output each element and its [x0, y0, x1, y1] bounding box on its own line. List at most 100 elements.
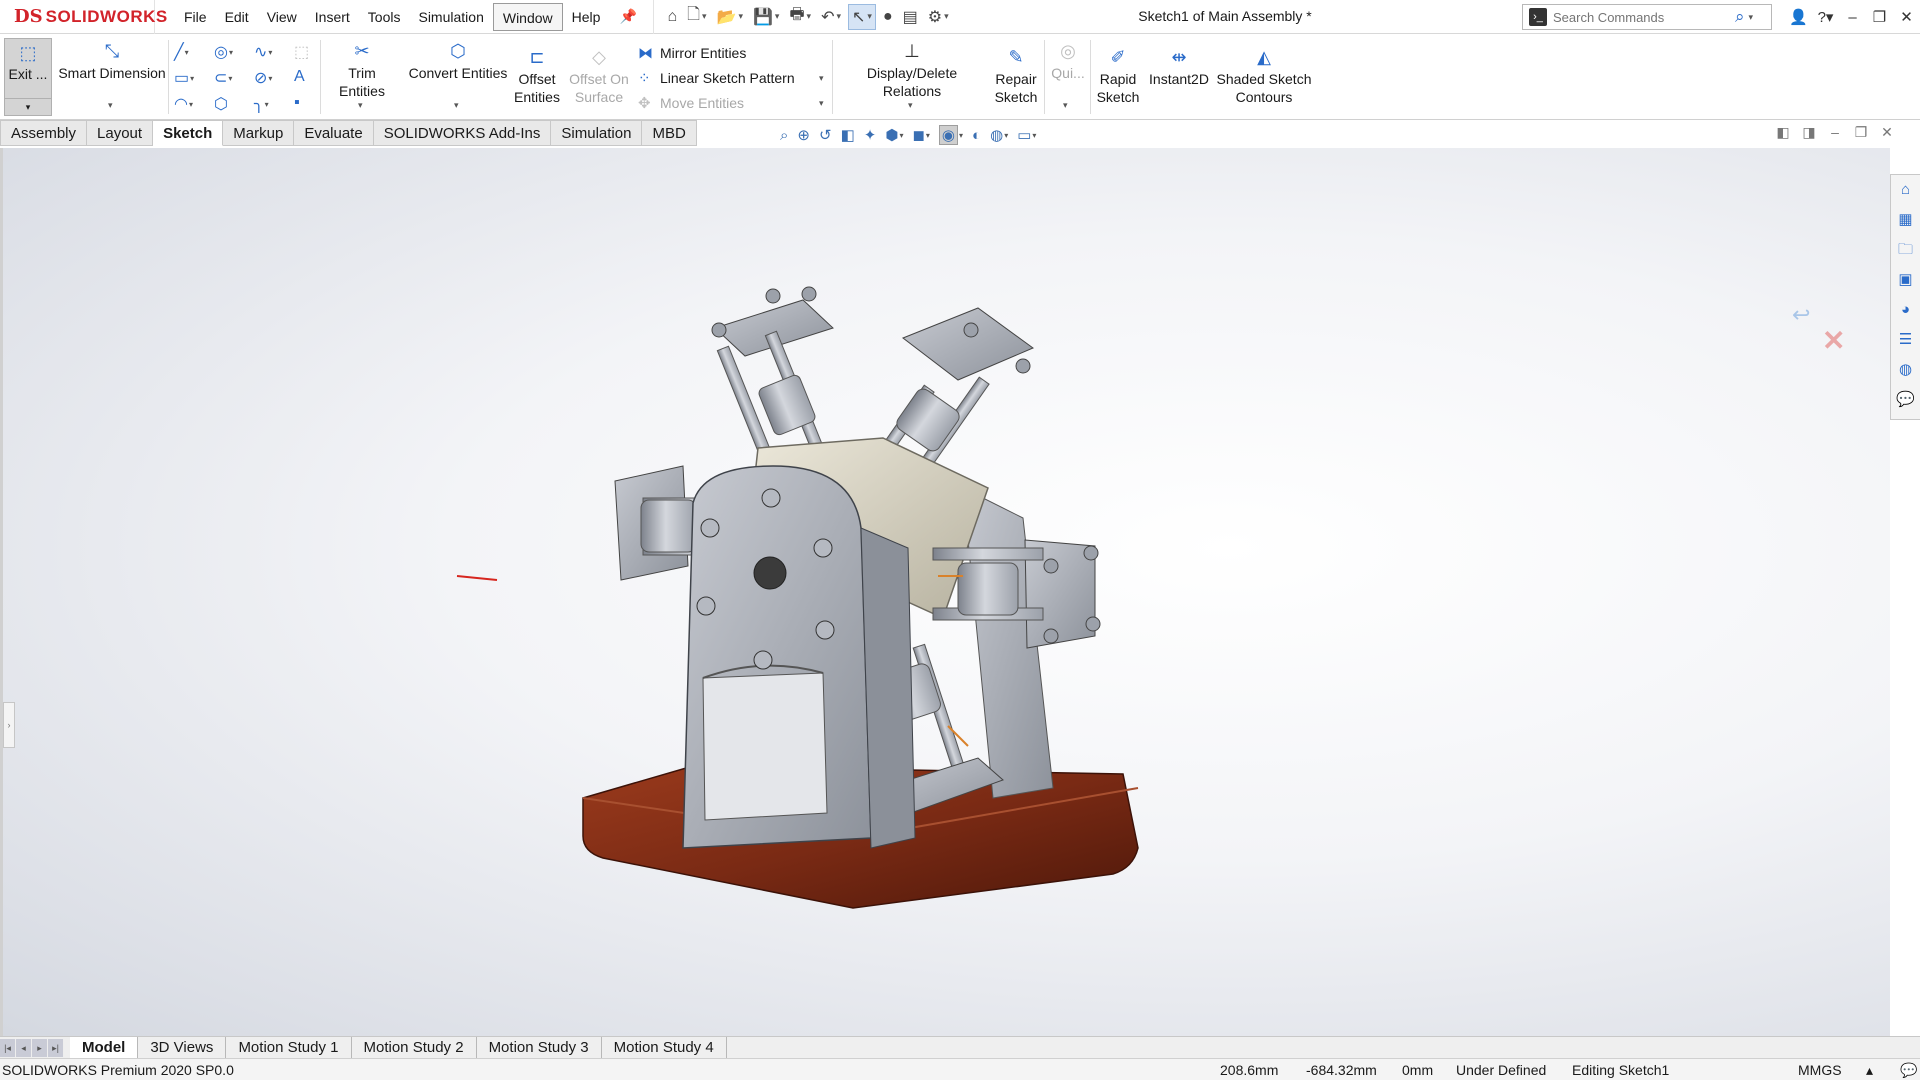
previous-tab-icon[interactable]: ◂ [16, 1038, 32, 1057]
tab-motion-study-4[interactable]: Motion Study 4 [601, 1036, 727, 1059]
menu-insert[interactable]: Insert [306, 3, 359, 31]
tab-sketch[interactable]: Sketch [153, 120, 224, 146]
view-palette-icon[interactable]: ▣ [1891, 265, 1920, 295]
file-explorer-icon[interactable]: 🗀 [1891, 235, 1920, 265]
open-icon[interactable]: 📂 ▾ [714, 4, 746, 30]
spline-icon[interactable]: ∿▾ [254, 42, 284, 64]
previous-view-icon[interactable]: ↺ [819, 126, 832, 144]
ellipse-icon[interactable]: ⊘▾ [254, 68, 284, 90]
restore-icon[interactable]: ❐ [1866, 8, 1893, 26]
view-orientation-icon[interactable]: ⬢ [885, 126, 898, 144]
menu-window[interactable]: Window [492, 2, 563, 31]
last-tab-icon[interactable]: ▸| [48, 1038, 64, 1057]
options-gear-icon[interactable]: ⚙ ▾ [925, 4, 952, 30]
menu-simulation[interactable]: Simulation [409, 3, 492, 31]
next-tab-icon[interactable]: ▸ [32, 1038, 48, 1057]
line-icon[interactable]: ╱▾ [174, 42, 204, 64]
minimize-icon[interactable]: – [1839, 9, 1866, 26]
chevron-down-icon[interactable]: ▾ [908, 100, 913, 111]
dynamic-annotation-icon[interactable]: ✦ [864, 126, 877, 144]
first-tab-icon[interactable]: |◂ [0, 1038, 16, 1057]
menu-edit[interactable]: Edit [216, 3, 258, 31]
menu-view[interactable]: View [258, 3, 306, 31]
unit-system[interactable]: MMGS [1798, 1062, 1842, 1078]
engine-model[interactable] [3, 148, 1890, 1036]
viewport-minimize-icon[interactable]: – [1822, 124, 1848, 141]
tab-mbd[interactable]: MBD [642, 120, 697, 146]
fillet-icon[interactable]: ╮▾ [254, 94, 284, 116]
trim-entities-button[interactable]: ✂ Trim Entities [324, 40, 400, 100]
arc-icon[interactable]: ◠▾ [174, 94, 204, 116]
chevron-down-icon[interactable]: ▾ [819, 73, 824, 84]
select-arrow-icon[interactable]: ↖ ▾ [848, 3, 876, 30]
instant2d-button[interactable]: ⇹ Instant2D [1144, 46, 1214, 88]
chat-icon[interactable]: 💬 [1891, 385, 1920, 415]
tab-motion-study-2[interactable]: Motion Study 2 [351, 1036, 477, 1059]
chevron-down-icon[interactable]: ▾ [1004, 131, 1008, 140]
smart-dimension-button[interactable]: ⤡ Smart Dimension [58, 40, 166, 82]
section-view-icon[interactable]: ◧ [841, 126, 855, 144]
menu-tools[interactable]: Tools [359, 3, 410, 31]
chevron-down-icon[interactable]: ▾ [926, 131, 930, 140]
help-icon[interactable]: ?▾ [1812, 8, 1839, 26]
polygon-icon[interactable]: ⬡ [214, 94, 244, 116]
chevron-down-icon[interactable]: ▾ [1032, 131, 1036, 140]
search-input[interactable] [1553, 9, 1733, 25]
tab-motion-study-3[interactable]: Motion Study 3 [476, 1036, 602, 1059]
search-commands-box[interactable]: ›_ ⌕ ▾ [1522, 4, 1772, 30]
hide-show-items-icon[interactable]: ◉ [938, 125, 959, 145]
graphics-area[interactable]: › ↩ ✕ [0, 148, 1890, 1036]
tab-motion-study-1[interactable]: Motion Study 1 [226, 1036, 352, 1059]
tile-left-icon[interactable]: ◧ [1770, 124, 1796, 141]
repair-sketch-button[interactable]: ✎ Repair Sketch [990, 46, 1042, 106]
pin-icon[interactable]: 📌 [617, 8, 639, 25]
edit-appearance-icon[interactable]: ◐ [972, 127, 981, 144]
chevron-down-icon[interactable]: ▾ [1749, 12, 1754, 23]
apply-scene-icon[interactable]: ◍ [990, 126, 1003, 144]
save-icon[interactable]: 💾 ▾ [750, 4, 782, 30]
rectangle-icon[interactable]: ▭▾ [174, 68, 204, 90]
new-document-icon[interactable]: 🗋 ▾ [684, 4, 709, 30]
tab-simulation[interactable]: Simulation [551, 120, 643, 146]
convert-entities-button[interactable]: ⬡ Convert Entities [406, 40, 510, 82]
shaded-sketch-contours-button[interactable]: ◭ Shaded Sketch Contours [1216, 46, 1312, 106]
mirror-entities-button[interactable]: ⧓ Mirror Entities [638, 42, 746, 64]
file-properties-icon[interactable]: ▤ [900, 4, 921, 30]
tab-3d-views[interactable]: 3D Views [138, 1036, 227, 1059]
confirm-exit-icon[interactable]: ↩ [1792, 302, 1810, 328]
display-style-icon[interactable]: ◼ [912, 126, 924, 144]
tab-solidworks-add-ins[interactable]: SOLIDWORKS Add-Ins [373, 120, 552, 146]
chevron-down-icon[interactable]: ▾ [819, 98, 824, 109]
chevron-down-icon[interactable]: ▾ [899, 131, 903, 140]
view-settings-icon[interactable]: ▭ [1017, 126, 1031, 144]
offset-entities-button[interactable]: ⊏ Offset Entities [512, 46, 562, 106]
exit-sketch-button[interactable]: ⬚ Exit ... ▾ [4, 38, 52, 116]
tile-right-icon[interactable]: ◨ [1796, 124, 1822, 141]
cancel-sketch-icon[interactable]: ✕ [1822, 324, 1845, 357]
linear-sketch-pattern-button[interactable]: ⁘ Linear Sketch Pattern [638, 67, 795, 89]
rapid-sketch-button[interactable]: ✐ Rapid Sketch [1094, 46, 1142, 106]
tab-layout[interactable]: Layout [87, 120, 154, 146]
home-icon[interactable]: ⌂ [664, 4, 680, 30]
tab-markup[interactable]: Markup [223, 120, 295, 146]
solidworks-logo[interactable]: DS SOLIDWORKS [0, 0, 167, 34]
viewport-restore-icon[interactable]: ❐ [1848, 124, 1874, 141]
tab-model[interactable]: Model [70, 1036, 139, 1059]
appearances-scenes-icon[interactable]: ◕ [1891, 295, 1920, 325]
custom-properties-icon[interactable]: ☰ [1891, 325, 1920, 355]
tab-assembly[interactable]: Assembly [0, 120, 88, 146]
chevron-down-icon[interactable]: ▾ [1063, 100, 1068, 111]
menu-help[interactable]: Help [563, 3, 610, 31]
chevron-up-icon[interactable]: ▴ [1866, 1062, 1873, 1079]
chevron-down-icon[interactable]: ▾ [358, 100, 363, 111]
zoom-to-area-icon[interactable]: ⊕ [797, 126, 810, 144]
close-icon[interactable]: ✕ [1893, 8, 1920, 26]
solidworks-resources-icon[interactable]: ⌂ [1891, 175, 1920, 205]
undo-icon[interactable]: ↶ ▾ [818, 4, 844, 30]
tooltip-icon[interactable]: 💬 [1900, 1062, 1917, 1079]
chevron-down-icon[interactable]: ▾ [959, 131, 963, 140]
search-icon[interactable]: ⌕ [1735, 7, 1745, 27]
design-library-icon[interactable]: ▦ [1891, 205, 1920, 235]
zoom-to-fit-icon[interactable]: ⌕ [780, 127, 788, 144]
viewport-close-icon[interactable]: ✕ [1874, 124, 1900, 141]
